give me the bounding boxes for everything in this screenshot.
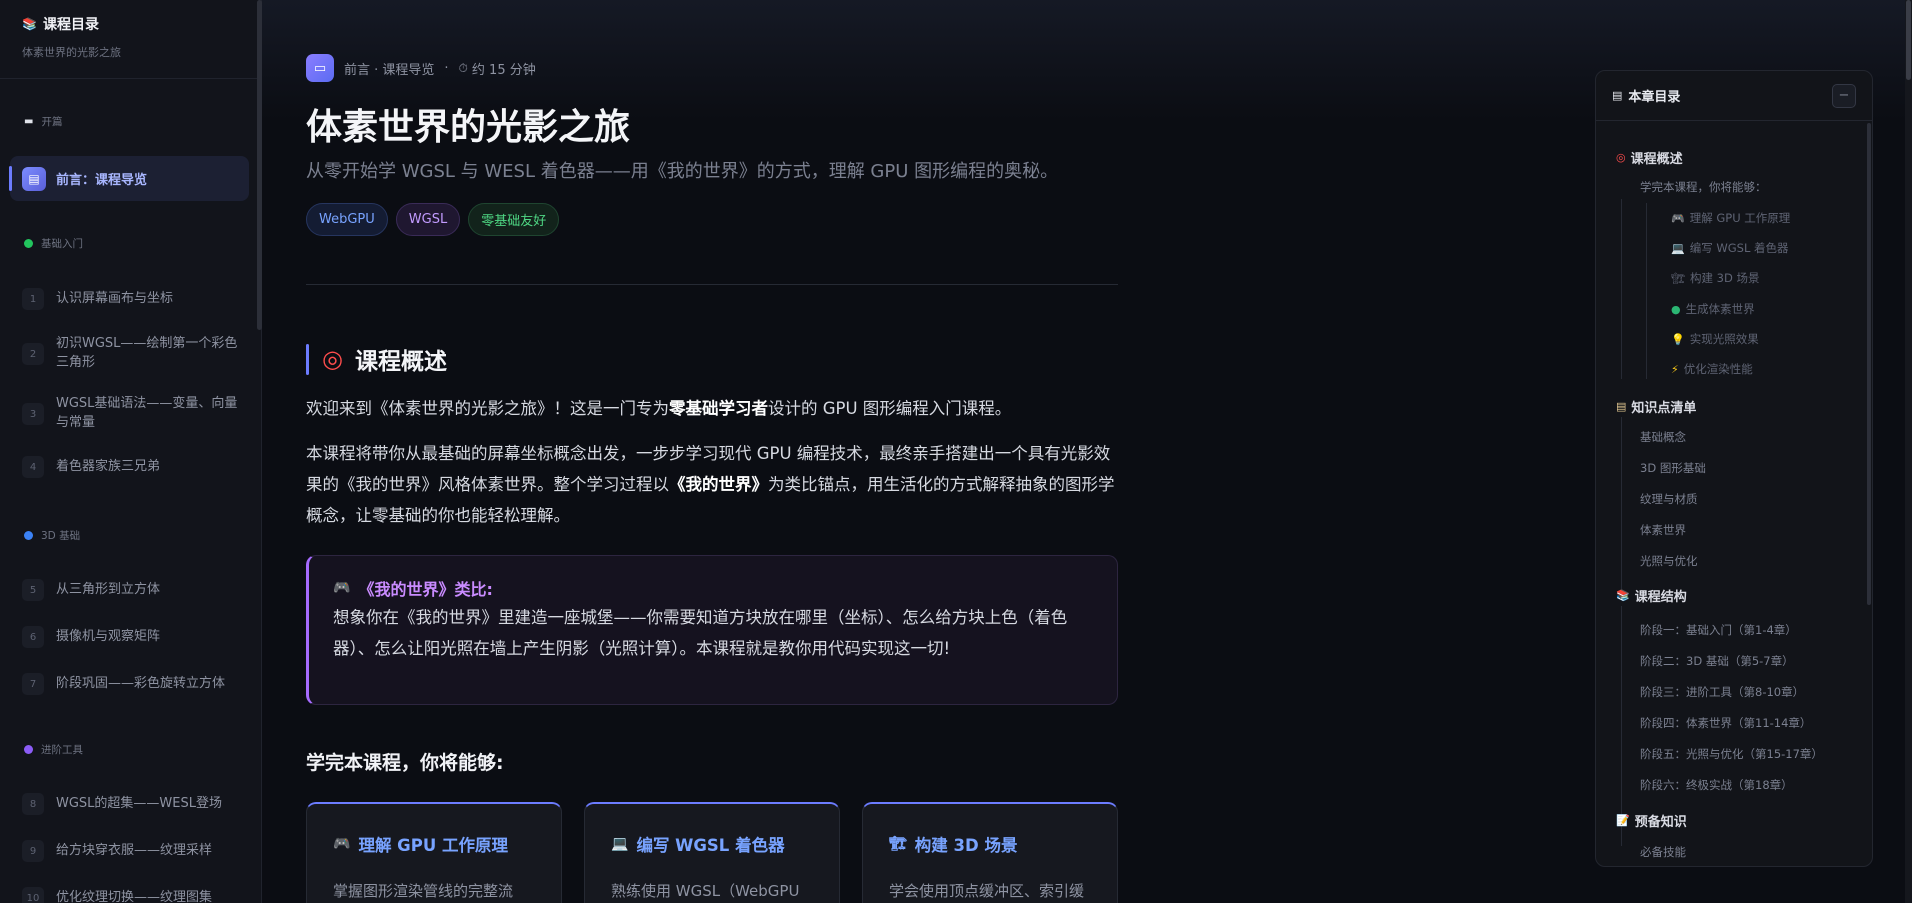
lightbulb-icon: 💡 (1671, 332, 1685, 346)
sidebar-item-10[interactable]: 10 优化纹理切换——纹理图集 (22, 887, 244, 903)
tag-webgpu: WebGPU (306, 203, 388, 236)
group-3d-basics: 3D 基础 (24, 528, 80, 543)
globe-icon: ● (1671, 302, 1681, 316)
toc-indent-line (1621, 417, 1622, 597)
callout-title: 🎮 《我的世界》类比: (333, 580, 493, 599)
toc-item-stage-3[interactable]: 阶段三：进阶工具（第8-10章） (1640, 684, 1804, 700)
course-description: 本课程将带你从最基础的屏幕坐标概念出发，一步步学习现代 GPU 编程技术，最终亲… (306, 444, 1115, 525)
construction-icon: 🏗 (1671, 271, 1685, 285)
sidebar-subtitle: 体素世界的光影之旅 (22, 46, 121, 59)
breadcrumb: ▭ 前言 · 课程导览 · ⏱ 约 15 分钟 (306, 54, 536, 82)
sidebar-item-1[interactable]: 1 认识屏幕画布与坐标 (22, 288, 244, 310)
sidebar-item-3[interactable]: 3 WGSL基础语法——变量、向量与常量 (22, 394, 244, 432)
toc-item-voxel-world[interactable]: 体素世界 (1640, 522, 1686, 538)
clipboard-icon: ▤ (1616, 400, 1627, 413)
toc-indent-line (1621, 199, 1622, 379)
page-scrollbar-track[interactable] (1905, 0, 1912, 903)
toc-item-gpu[interactable]: 🎮 理解 GPU 工作原理 (1671, 210, 1790, 226)
page-scrollbar-thumb[interactable] (1906, 0, 1911, 80)
toc-header: ▤ 本章目录 − (1596, 71, 1872, 121)
tag-list: WebGPU WGSL 零基础友好 (306, 203, 560, 236)
toc-section-knowledge[interactable]: ▤ 知识点清单 (1616, 397, 1696, 416)
lightning-icon: ⚡ (1671, 362, 1679, 376)
green-dot-icon (24, 239, 33, 248)
section-heading-overview: ◎ 课程概述 (306, 342, 447, 376)
group-intro: ▬ 开篇 (24, 116, 63, 128)
gamepad-icon: 🎮 (333, 836, 351, 852)
toc-item-lighting[interactable]: 💡 实现光照效果 (1671, 331, 1759, 347)
toc-item-wgsl[interactable]: 💻 编写 WGSL 着色器 (1671, 240, 1789, 256)
read-time: 约 15 分钟 (471, 62, 536, 78)
toc-item-3d-scene[interactable]: 🏗 构建 3D 场景 (1671, 270, 1759, 286)
callout-body: 想象你在《我的世界》里建造一座城堡——你需要知道方块放在哪里（坐标）、怎么给方块… (333, 608, 1068, 658)
sidebar-scrollbar[interactable] (257, 0, 262, 330)
sidebar-item-6[interactable]: 6 摄像机与观察矩阵 (22, 626, 244, 648)
book-icon: ▤ (22, 166, 46, 191)
group-advanced-tools: 进阶工具 (24, 742, 83, 757)
toc-item-3d-basics[interactable]: 3D 图形基础 (1640, 460, 1706, 476)
toc-collapse-button[interactable]: − (1832, 83, 1856, 108)
toc-item-stage-5[interactable]: 阶段五：光照与优化（第15-17章） (1640, 746, 1823, 762)
toc-item-stage-1[interactable]: 阶段一：基础入门（第1-4章） (1640, 622, 1797, 638)
toc-item-stage-6[interactable]: 阶段六：终极实战（第18章） (1640, 777, 1793, 793)
page-subtitle: 从零开始学 WGSL 与 WESL 着色器——用《我的世界》的方式，理解 GPU… (306, 161, 1059, 182)
purple-dot-icon (24, 745, 33, 754)
intro-paragraph: 欢迎来到《体素世界的光影之旅》！这是一门专为零基础学习者设计的 GPU 图形编程… (306, 399, 1012, 418)
toc-scrollbar[interactable] (1867, 123, 1871, 605)
construction-icon: 🏗 (889, 836, 907, 852)
learning-outcomes-heading: 学完本课程，你将能够: (306, 752, 504, 774)
sidebar-item-5[interactable]: 5 从三角形到立方体 (22, 579, 244, 601)
gamepad-icon: 🎮 (333, 580, 351, 596)
toc-item-required-skills[interactable]: 必备技能 (1640, 844, 1686, 860)
toc-section-prerequisites[interactable]: 📝 预备知识 (1616, 811, 1687, 830)
target-icon: ◎ (1616, 151, 1626, 164)
book-icon: ▭ (306, 54, 334, 82)
toc-item-performance[interactable]: ⚡ 优化渲染性能 (1671, 361, 1753, 377)
sidebar-item-9[interactable]: 9 给方块穿衣服——纹理采样 (22, 840, 244, 862)
toc-section-overview[interactable]: ◎ 课程概述 (1616, 148, 1683, 167)
sidebar-item-7[interactable]: 7 阶段巩固——彩色旋转立方体 (22, 673, 244, 695)
toc-indent-line (1621, 606, 1622, 846)
sidebar-item-4[interactable]: 4 着色器家族三兄弟 (22, 456, 244, 478)
laptop-icon: 💻 (1671, 241, 1685, 255)
stopwatch-icon: ⏱ (458, 60, 468, 75)
sidebar-item-8[interactable]: 8 WGSL的超集——WESL登场 (22, 793, 244, 815)
toc-item-basic-concepts[interactable]: 基础概念 (1640, 429, 1686, 445)
sidebar-header: 📚 课程目录 体素世界的光影之旅 (0, 0, 261, 79)
toc-item-stage-2[interactable]: 阶段二：3D 基础（第5-7章） (1640, 653, 1794, 669)
toc-section-structure[interactable]: 📚 课程结构 (1616, 586, 1687, 605)
toc-item-outcomes[interactable]: 学完本课程，你将能够： (1640, 179, 1767, 195)
divider (306, 284, 1118, 285)
outcome-card-wgsl[interactable]: 💻 编写 WGSL 着色器 熟练使用 WGSL（WebGPU (584, 802, 840, 903)
document-icon: ▤ (1612, 89, 1623, 102)
sidebar-item-preface[interactable]: ▤ 前言：课程导览 (9, 156, 249, 201)
course-sidebar: 📚 课程目录 体素世界的光影之旅 ▬ 开篇 ▤ 前言：课程导览 基础入门 1 认… (0, 0, 262, 903)
page-title: 体素世界的光影之旅 (306, 107, 631, 148)
sidebar-title: 📚 课程目录 (22, 17, 99, 33)
gamepad-icon: 🎮 (1671, 211, 1685, 225)
chapter-toc: ▤ 本章目录 − ◎ 课程概述 学完本课程，你将能够： 🎮 理解 GPU 工作原… (1595, 70, 1873, 867)
toc-item-lighting-optimization[interactable]: 光照与优化 (1640, 553, 1698, 569)
laptop-icon: 💻 (611, 836, 629, 852)
toc-item-stage-4[interactable]: 阶段四：体素世界（第11-14章） (1640, 715, 1811, 731)
books-icon: 📚 (1616, 589, 1630, 602)
minecraft-analogy-callout: 🎮 《我的世界》类比: 想象你在《我的世界》里建造一座城堡——你需要知道方块放在… (306, 555, 1118, 705)
books-icon: 📚 (22, 17, 37, 31)
toc-indent-line (1646, 203, 1647, 379)
outcome-card-gpu[interactable]: 🎮 理解 GPU 工作原理 掌握图形渲染管线的完整流 (306, 802, 562, 903)
target-icon: ◎ (322, 345, 343, 373)
sidebar-item-2[interactable]: 2 初识WGSL——绘制第一个彩色三角形 (22, 334, 244, 372)
memo-icon: 📝 (1616, 814, 1630, 827)
blue-dot-icon (24, 531, 33, 540)
tag-wgsl: WGSL (395, 203, 461, 236)
group-basics: 基础入门 (24, 236, 83, 251)
tag-beginner-friendly: 零基础友好 (468, 203, 560, 236)
toc-item-textures[interactable]: 纹理与材质 (1640, 491, 1698, 507)
outcome-card-3d-scene[interactable]: 🏗 构建 3D 场景 学会使用顶点缓冲区、索引缓 (862, 802, 1118, 903)
toc-item-voxel[interactable]: ● 生成体素世界 (1671, 301, 1755, 317)
book-icon: ▬ (24, 116, 34, 127)
